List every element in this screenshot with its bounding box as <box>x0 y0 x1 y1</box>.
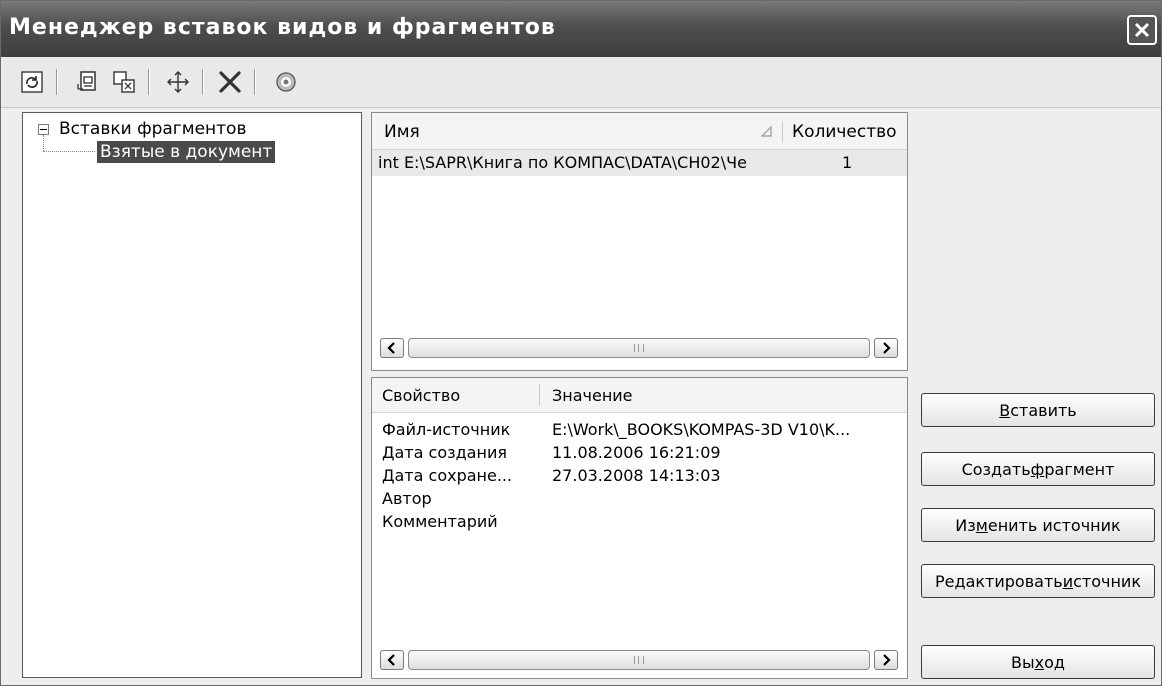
close-button[interactable] <box>1127 15 1157 45</box>
copy-fragment-icon <box>113 71 135 93</box>
property-name: Комментарий <box>382 512 498 531</box>
move-icon <box>167 71 189 93</box>
column-header-property[interactable]: Свойство <box>382 386 460 405</box>
button-label: рагмент <box>1044 459 1115 479</box>
copy-fragment-button[interactable] <box>109 67 139 97</box>
scroll-right-button[interactable] <box>874 650 898 670</box>
tree-connector <box>43 151 95 152</box>
sort-ascending-icon <box>760 125 772 137</box>
property-name: Файл-источник <box>382 420 511 439</box>
close-icon <box>1134 22 1150 38</box>
accelerator-key: и <box>1062 571 1074 591</box>
window-title: Менеджер вставок видов и фрагментов <box>9 15 556 40</box>
scroll-left-button[interactable] <box>380 338 404 358</box>
button-label: Вы <box>1011 652 1035 672</box>
property-row[interactable]: Автор <box>372 489 907 511</box>
edit-source-button[interactable]: Редактировать и сточник <box>921 564 1155 598</box>
grip-icon <box>634 656 644 664</box>
scroll-thumb[interactable] <box>408 338 870 358</box>
button-label: сточник <box>1073 571 1141 591</box>
property-name: Дата сохране... <box>382 466 513 485</box>
button-label: Создать <box>961 459 1031 479</box>
column-header-name[interactable]: Имя <box>384 122 420 142</box>
button-label: енить источник <box>987 515 1121 535</box>
property-value: E:\Work\_BOOKS\KOMPAS-3D V10\K... <box>552 420 851 439</box>
chevron-left-icon <box>387 342 395 354</box>
property-name: Автор <box>382 489 432 508</box>
change-source-button[interactable]: Из м енить источник <box>921 508 1155 542</box>
header-divider <box>539 384 540 406</box>
chevron-left-icon <box>387 654 395 666</box>
toolbar-separator <box>56 69 58 95</box>
properties-table[interactable]: Свойство Значение Файл-источник E:\Work\… <box>371 377 908 679</box>
insert-fragment-icon <box>77 71 96 91</box>
scroll-left-button[interactable] <box>380 650 404 670</box>
row-count: 1 <box>842 153 853 172</box>
fragment-list[interactable]: Имя Количество int E:\SAPR\Книга по КОМП… <box>371 112 908 371</box>
column-header-count[interactable]: Количество <box>792 122 897 142</box>
insert-fragment-button[interactable] <box>73 67 103 97</box>
accelerator-key: ф <box>1030 459 1045 479</box>
column-header-value[interactable]: Значение <box>552 386 633 405</box>
toolbar-separator <box>202 69 204 95</box>
button-label: ставить <box>1010 400 1077 420</box>
grip-icon <box>634 344 644 352</box>
accelerator-key: В <box>999 400 1011 420</box>
row-name: int E:\SAPR\Книга по КОМПАС\DATA\CH02\Че <box>378 153 747 172</box>
tree-item-taken-into-document[interactable]: Взятые в документ <box>97 141 276 163</box>
insert-button[interactable]: Вставить <box>921 393 1155 427</box>
property-value: 27.03.2008 14:13:03 <box>552 466 721 485</box>
toolbar-separator <box>148 69 150 95</box>
fragment-tree[interactable]: Вставки фрагментов Взятые в документ <box>22 112 362 678</box>
collapse-icon[interactable] <box>38 123 49 135</box>
move-button[interactable] <box>163 67 193 97</box>
refresh-button[interactable] <box>17 67 47 97</box>
chevron-right-icon <box>883 342 891 354</box>
tree-root-label: Вставки фрагментов <box>59 119 247 139</box>
property-row[interactable]: Файл-источник E:\Work\_BOOKS\KOMPAS-3D V… <box>372 420 907 442</box>
toolbar-separator <box>254 69 256 95</box>
chevron-right-icon <box>883 654 891 666</box>
scroll-thumb[interactable] <box>408 650 870 670</box>
table-row[interactable]: int E:\SAPR\Книга по КОМПАС\DATA\CH02\Че… <box>372 150 907 176</box>
refresh-icon <box>21 71 43 93</box>
button-label: Редактировать <box>935 571 1063 591</box>
tree-connector <box>43 135 44 151</box>
accelerator-key: х <box>1034 652 1045 672</box>
title-bar[interactable]: Менеджер вставок видов и фрагментов <box>1 1 1161 57</box>
toolbar <box>1 57 1161 108</box>
exit-button[interactable]: Вы х од <box>921 645 1155 679</box>
property-value: 11.08.2006 16:21:09 <box>552 443 721 462</box>
header-divider <box>782 121 783 143</box>
help-icon <box>276 72 296 92</box>
fragment-manager-window: Менеджер вставок видов и фрагментов Вста… <box>0 0 1162 686</box>
property-row[interactable]: Комментарий <box>372 512 907 534</box>
create-fragment-button[interactable]: Создать ф рагмент <box>921 452 1155 486</box>
help-button[interactable] <box>271 67 301 97</box>
list-horizontal-scrollbar[interactable] <box>380 338 900 360</box>
property-row[interactable]: Дата создания 11.08.2006 16:21:09 <box>372 443 907 465</box>
properties-horizontal-scrollbar[interactable] <box>380 650 900 672</box>
scroll-right-button[interactable] <box>874 338 898 358</box>
accelerator-key: м <box>975 515 988 535</box>
button-label: од <box>1044 652 1065 672</box>
delete-button[interactable] <box>215 67 245 97</box>
delete-icon <box>219 71 241 93</box>
tree-item-insertions[interactable]: Вставки фрагментов <box>38 119 246 139</box>
properties-header: Свойство Значение <box>372 378 907 413</box>
property-row[interactable]: Дата сохране... 27.03.2008 14:13:03 <box>372 466 907 488</box>
property-name: Дата создания <box>382 443 507 462</box>
button-label: Из <box>955 515 976 535</box>
list-header: Имя Количество <box>372 113 907 150</box>
